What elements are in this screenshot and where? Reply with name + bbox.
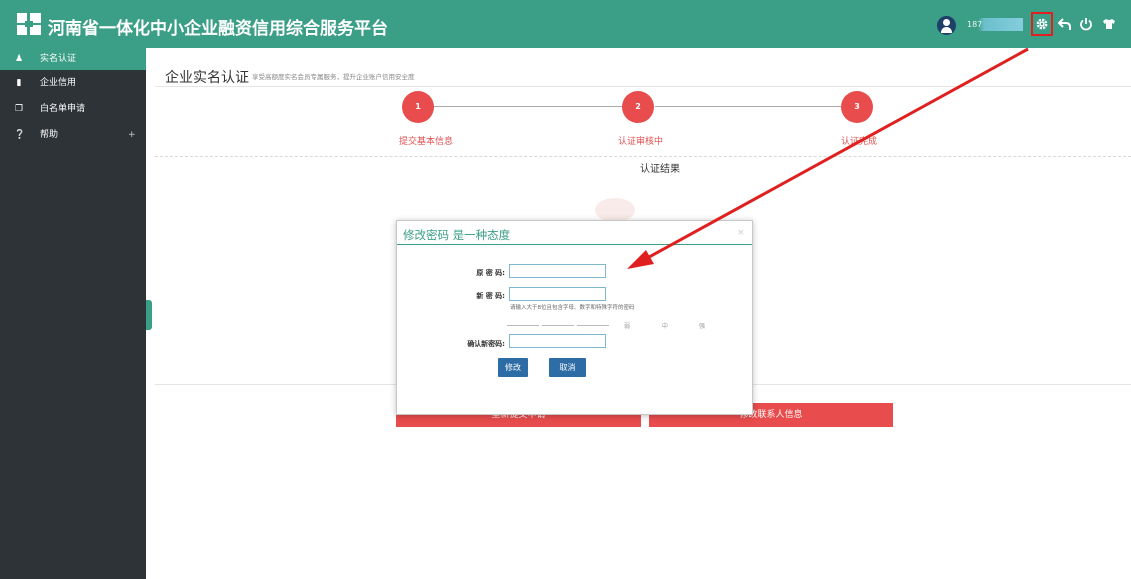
annotation-arrow xyxy=(627,47,1029,269)
